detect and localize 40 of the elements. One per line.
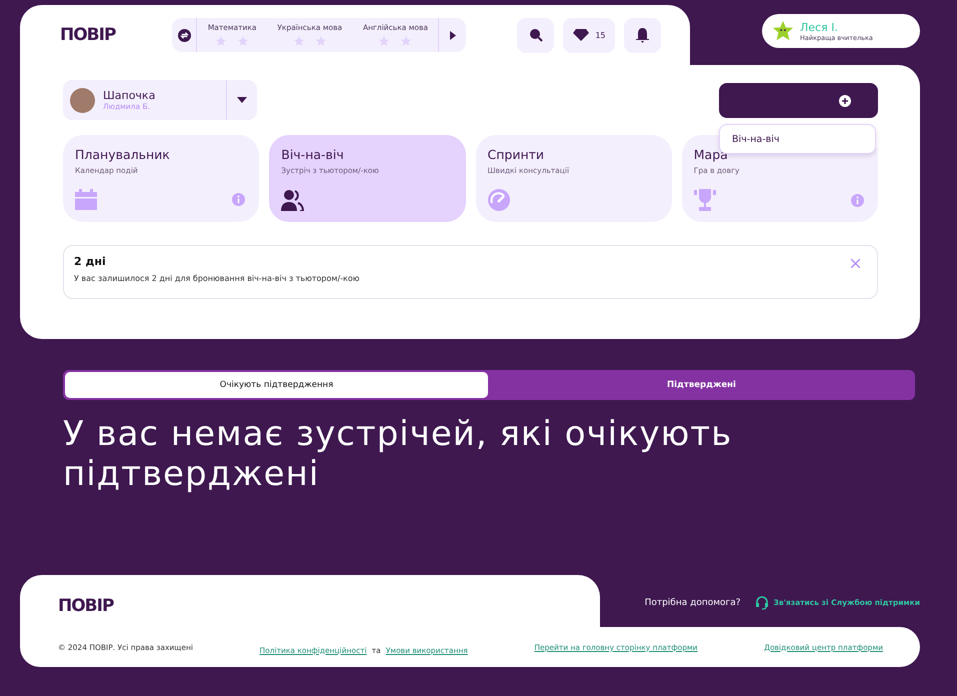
dropdown-caret-icon (237, 97, 247, 103)
logo[interactable]: ПОВІР (60, 25, 116, 45)
card-title: Мара (694, 147, 729, 162)
search-button[interactable] (517, 18, 554, 52)
swap-icon (178, 28, 191, 42)
calendar-icon (75, 189, 97, 210)
star-icon (292, 35, 305, 47)
star-icon (378, 35, 390, 47)
plus-icon (839, 94, 851, 106)
user-name: Леся І. (800, 20, 839, 34)
empty-message: У вас немає зустрічей, які очікують підтверджені (63, 414, 734, 496)
card-title: Планувальник (75, 147, 171, 162)
trophy-icon (694, 189, 716, 211)
notice-title: 2 дні (74, 255, 107, 268)
notifications-button[interactable] (624, 18, 662, 52)
add-button[interactable] (719, 83, 878, 118)
gauge-icon (488, 189, 510, 211)
card-title: Спринти (488, 147, 546, 162)
close-icon (851, 259, 860, 268)
star-icon (400, 35, 412, 47)
people-icon (281, 189, 304, 211)
card-title: Віч-на-віч (281, 147, 345, 162)
avatar (70, 88, 95, 112)
menu-item[interactable]: Віч-на-віч (732, 134, 780, 144)
star-mascot-icon (772, 20, 794, 42)
notice-text: У вас залишилося 2 дні для бронювання віч-на-віч з тьютором/-кою (74, 274, 360, 283)
headset-icon (754, 596, 769, 610)
tab[interactable]: Очікують підтвердження (65, 372, 488, 398)
footer-logo[interactable]: ПОВІР (58, 596, 114, 616)
diamond-icon (573, 29, 590, 41)
help-label: Потрібна допомога? (644, 598, 741, 608)
tab[interactable]: Підтверджені (490, 372, 913, 398)
star-icon (237, 35, 250, 47)
star-icon (215, 35, 228, 47)
search-icon (528, 28, 543, 42)
student-name: Шапочка (103, 89, 156, 102)
gems-button[interactable]: 15 (563, 18, 616, 52)
star-icon (314, 35, 327, 47)
bell-icon (636, 28, 650, 42)
caret-icon (450, 30, 456, 40)
